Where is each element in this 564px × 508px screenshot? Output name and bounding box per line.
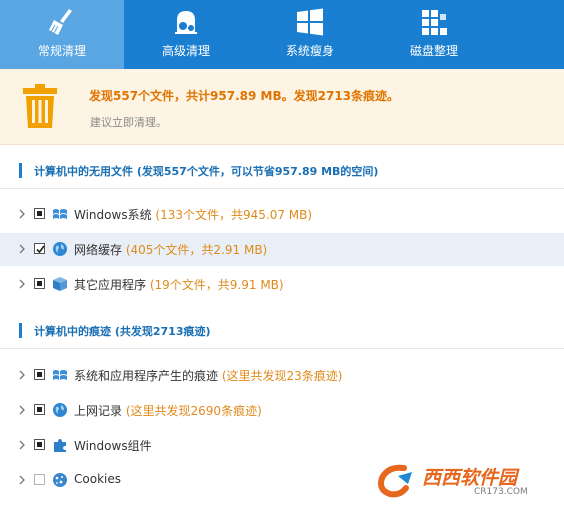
item-name: Windows系统 bbox=[74, 208, 152, 222]
divider bbox=[0, 348, 564, 349]
item-note: (19个文件，共9.91 MB) bbox=[149, 278, 284, 292]
summary-suggestion: 建议立即清理。 bbox=[90, 116, 167, 129]
list-item-browsing-history[interactable]: 上网记录 (这里共发现2690条痕迹) bbox=[0, 394, 564, 427]
windows-logo-icon bbox=[53, 370, 67, 380]
item-label: 上网记录 (这里共发现2690条痕迹) bbox=[74, 402, 262, 419]
tab-label: 系统瘦身 bbox=[285, 44, 334, 58]
tab-advanced-clean[interactable]: 高级清理 bbox=[124, 0, 248, 69]
item-name: Windows组件 bbox=[74, 439, 152, 453]
tab-bar: 常规清理 高级清理 系统瘦身 磁盘整理 bbox=[0, 0, 564, 69]
tab-disk-defrag[interactable]: 磁盘整理 bbox=[372, 0, 496, 69]
item-name: 其它应用程序 bbox=[74, 278, 147, 292]
checkbox[interactable] bbox=[34, 278, 45, 289]
checkbox[interactable] bbox=[34, 404, 45, 415]
watermark-logo-icon bbox=[378, 464, 412, 498]
item-label: Cookies bbox=[74, 472, 121, 486]
item-name: 网络缓存 bbox=[74, 243, 123, 257]
item-note: (这里共发现2690条痕迹) bbox=[125, 404, 262, 418]
section-traces: 计算机中的痕迹 (共发现2713痕迹) bbox=[0, 319, 564, 343]
list-item-network-cache[interactable]: 网络缓存 (405个文件，共2.91 MB) bbox=[0, 233, 564, 266]
windows-icon bbox=[297, 8, 323, 36]
watermark-text: 西西软件园 bbox=[422, 467, 518, 489]
watermark: 西西软件园 CR173.COM bbox=[374, 462, 560, 502]
list-item-windows-system[interactable]: Windows系统 (133个文件，共945.07 MB) bbox=[0, 198, 564, 231]
list-item-system-traces[interactable]: 系统和应用程序产生的痕迹 (这里共发现23条痕迹) bbox=[0, 359, 564, 392]
watermark-subtext: CR173.COM bbox=[474, 487, 528, 497]
checkbox[interactable] bbox=[34, 439, 45, 450]
item-name: 系统和应用程序产生的痕迹 bbox=[74, 369, 219, 383]
chevron-right-icon[interactable] bbox=[17, 475, 27, 485]
item-note: (这里共发现23条痕迹) bbox=[221, 369, 343, 383]
tab-label: 高级清理 bbox=[161, 44, 210, 58]
item-label: Windows组件 bbox=[74, 437, 152, 454]
chevron-right-icon[interactable] bbox=[17, 370, 27, 380]
tab-label: 常规清理 bbox=[37, 44, 86, 58]
disk-defrag-icon bbox=[422, 10, 447, 35]
section-title: 计算机中的痕迹 (共发现2713痕迹) bbox=[34, 325, 211, 338]
chevron-right-icon[interactable] bbox=[17, 209, 27, 219]
chevron-right-icon[interactable] bbox=[17, 440, 27, 450]
summary-headline: 发现557个文件，共计957.89 MB。发现2713条痕迹。 bbox=[89, 89, 400, 103]
section-junk-files: 计算机中的无用文件 (发现557个文件，可以节省957.89 MB的空间) bbox=[0, 159, 564, 183]
chevron-right-icon[interactable] bbox=[17, 279, 27, 289]
checkbox-checked[interactable] bbox=[34, 243, 45, 254]
checkbox[interactable] bbox=[34, 208, 45, 219]
section-marker bbox=[19, 163, 22, 178]
tab-system-slim[interactable]: 系统瘦身 bbox=[248, 0, 372, 69]
item-label: Windows系统 (133个文件，共945.07 MB) bbox=[74, 206, 312, 223]
trash-bin-icon bbox=[23, 84, 57, 128]
item-name: 上网记录 bbox=[74, 404, 123, 418]
section-title: 计算机中的无用文件 (发现557个文件，可以节省957.89 MB的空间) bbox=[34, 165, 379, 178]
checkbox[interactable] bbox=[34, 369, 45, 380]
chevron-right-icon[interactable] bbox=[17, 405, 27, 415]
list-item-windows-components[interactable]: Windows组件 bbox=[0, 429, 564, 462]
cookie-icon bbox=[53, 473, 67, 487]
tab-label: 磁盘整理 bbox=[409, 44, 458, 58]
windows-logo-icon bbox=[53, 209, 67, 219]
item-label: 网络缓存 (405个文件，共2.91 MB) bbox=[74, 241, 267, 258]
globe-icon bbox=[53, 242, 67, 256]
item-label: 系统和应用程序产生的痕迹 (这里共发现23条痕迹) bbox=[74, 367, 342, 384]
section-marker bbox=[19, 323, 22, 338]
box-icon bbox=[53, 277, 67, 291]
list-item-other-apps[interactable]: 其它应用程序 (19个文件，共9.91 MB) bbox=[0, 268, 564, 301]
checkbox-unchecked[interactable] bbox=[34, 474, 45, 485]
broom-icon bbox=[49, 9, 72, 35]
item-note: (133个文件，共945.07 MB) bbox=[155, 208, 313, 222]
item-note: (405个文件，共2.91 MB) bbox=[125, 243, 268, 257]
chevron-right-icon[interactable] bbox=[17, 244, 27, 254]
summary-banner: 发现557个文件，共计957.89 MB。发现2713条痕迹。 建议立即清理。 bbox=[0, 69, 564, 145]
puzzle-icon bbox=[54, 439, 66, 452]
tab-routine-clean[interactable]: 常规清理 bbox=[0, 0, 124, 69]
vacuum-icon bbox=[175, 11, 197, 34]
divider bbox=[0, 188, 564, 189]
checkmark-icon bbox=[36, 245, 45, 254]
item-label: 其它应用程序 (19个文件，共9.91 MB) bbox=[74, 276, 284, 293]
item-name: Cookies bbox=[74, 472, 121, 486]
globe-icon bbox=[53, 403, 67, 417]
